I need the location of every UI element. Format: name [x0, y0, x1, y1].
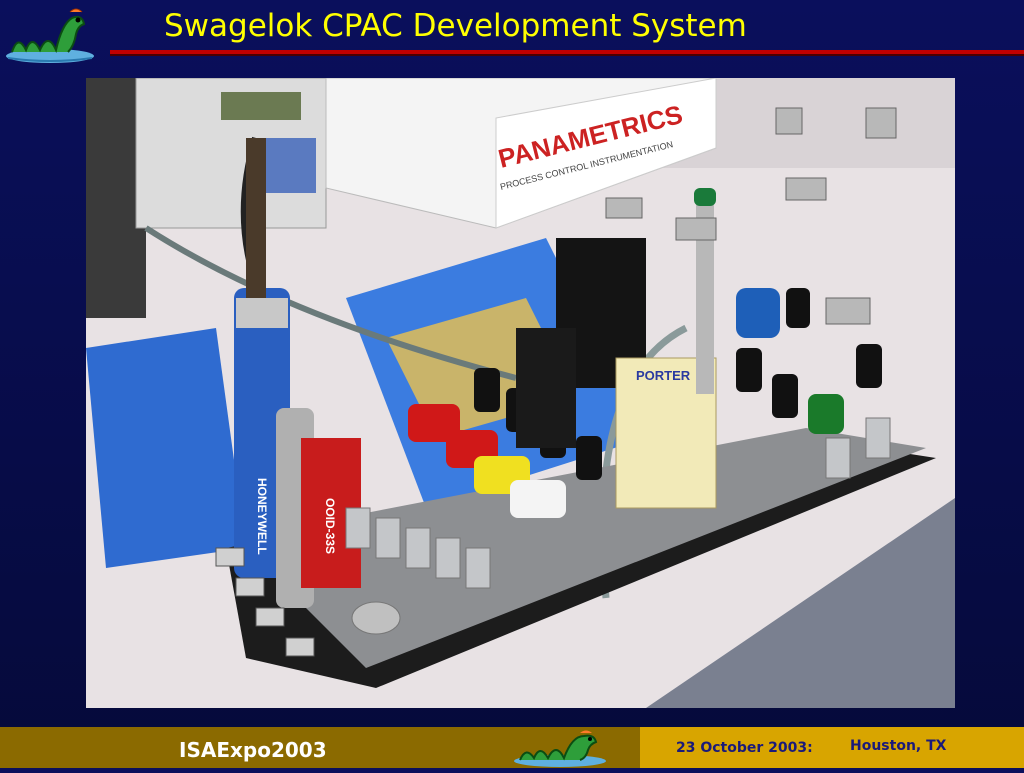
sea-serpent-logo-icon — [4, 4, 96, 66]
footer-location: Houston, TX — [850, 738, 947, 754]
red-module-label-text: OOID-33S — [323, 498, 337, 554]
canister-label-text: HONEYWELL — [255, 478, 269, 555]
porter-label-text: PORTER — [636, 368, 691, 383]
footer-event: ISAExpo2003 — [179, 738, 327, 762]
slide-title: Swagelok CPAC Development System — [164, 8, 747, 44]
footer-date: 23 October 2003: — [676, 740, 813, 756]
equipment-photo: PANAMETRICS PROCESS CONTROL INSTRUMENTAT… — [86, 78, 955, 708]
title-divider-shadow — [110, 54, 1024, 56]
footer-sea-serpent-logo-icon — [512, 728, 608, 768]
